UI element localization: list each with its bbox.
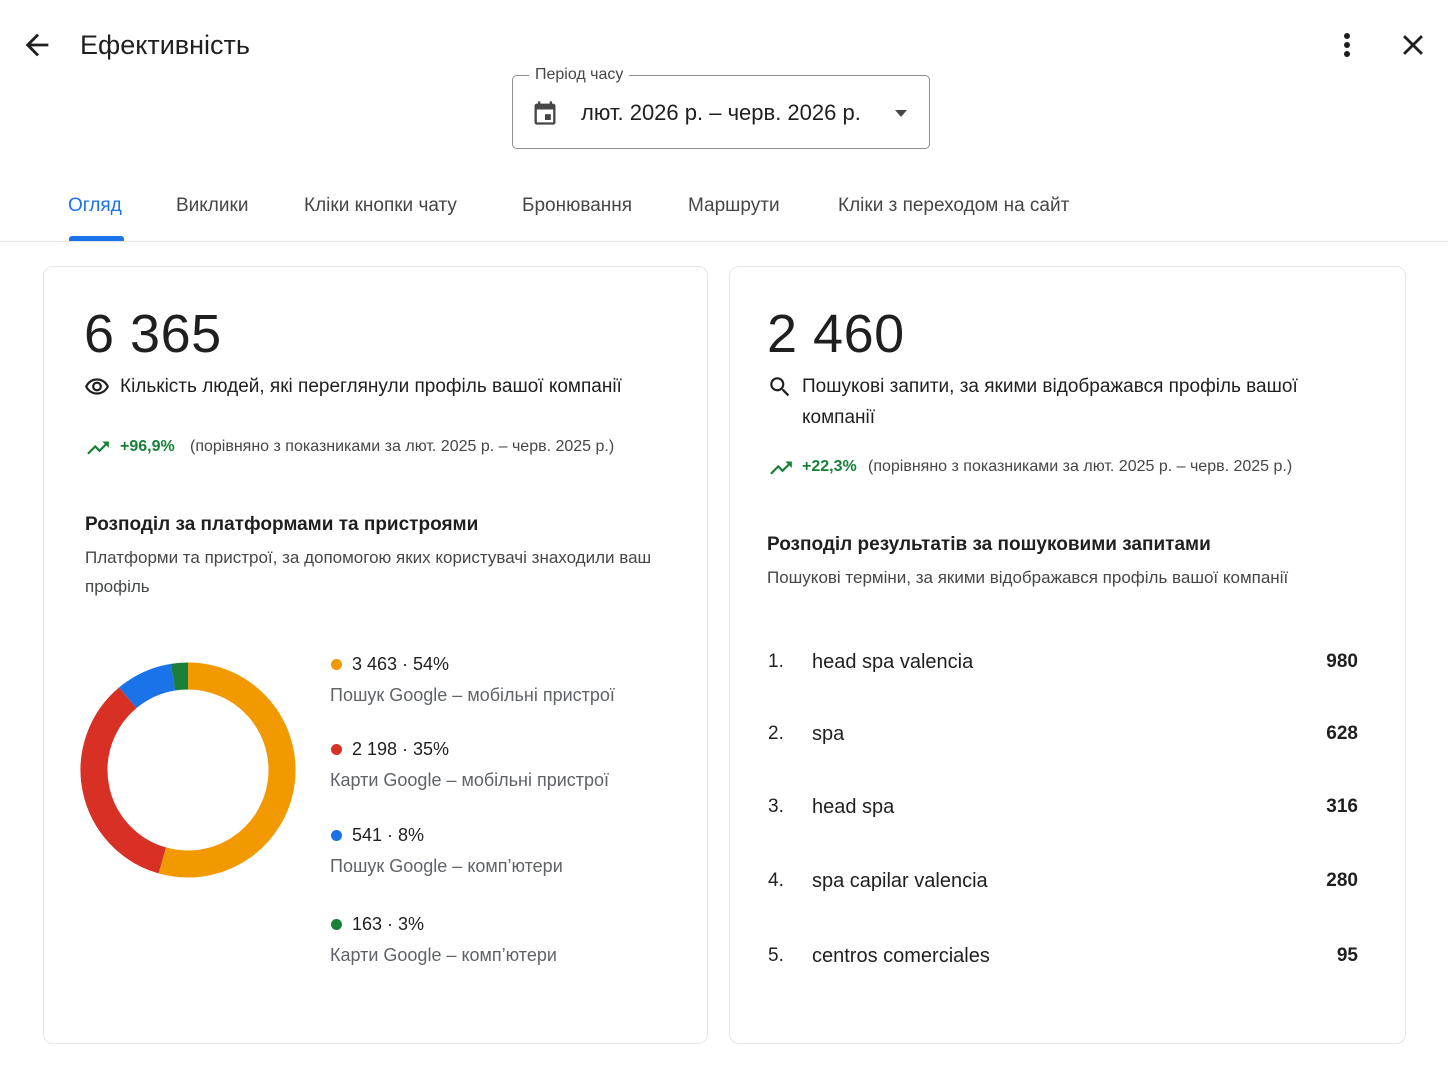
query-count: 316 bbox=[1326, 796, 1358, 817]
legend-label: Пошук Google – мобільні пристрої bbox=[330, 685, 615, 705]
page-title: Ефективність bbox=[80, 30, 250, 60]
profile-views-label: Кількість людей, які переглянули профіль… bbox=[120, 376, 622, 397]
platform-breakdown-subtitle: Платформи та пристрої, за допомогою яких… bbox=[85, 548, 652, 596]
query-rank: 3. bbox=[768, 796, 784, 817]
legend-value: 541 · 8% bbox=[352, 825, 425, 845]
close-icon bbox=[1403, 35, 1423, 55]
query-rank: 4. bbox=[768, 870, 784, 891]
query-count: 95 bbox=[1336, 945, 1358, 966]
query-count: 280 bbox=[1326, 870, 1358, 891]
legend-value: 3 463 · 54% bbox=[352, 654, 450, 674]
profile-views-total: 6 365 bbox=[84, 304, 222, 364]
query-rank: 5. bbox=[768, 945, 784, 966]
donut-segment-2 bbox=[119, 663, 176, 709]
eye-icon bbox=[85, 378, 109, 395]
legend-item-search-desktop: 541 · 8% Пошук Google – комп’ютери bbox=[330, 824, 670, 884]
query-row[interactable]: 4. spa capilar valencia 280 bbox=[768, 867, 1358, 897]
query-term: spa bbox=[812, 723, 845, 745]
platform-donut-chart bbox=[80, 662, 296, 878]
arrow-back-icon bbox=[25, 33, 49, 57]
legend-item-maps-desktop: 163 · 3% Карти Google – комп’ютери bbox=[330, 913, 670, 973]
query-breakdown-subtitle: Пошукові терміни, за якими відображався … bbox=[767, 568, 1289, 587]
tab-overview[interactable]: Огляд bbox=[68, 194, 122, 218]
close-button[interactable] bbox=[1396, 28, 1430, 62]
query-breakdown-title: Розподіл результатів за пошуковими запит… bbox=[767, 534, 1211, 555]
query-row[interactable]: 2. spa 628 bbox=[768, 720, 1358, 750]
searches-label: Пошукові запити, за якими відображався п… bbox=[802, 376, 1298, 428]
tab-bookings[interactable]: Бронювання bbox=[522, 194, 632, 218]
query-term: spa capilar valencia bbox=[812, 870, 988, 892]
period-select[interactable]: Період часу лют. 2026 р. – черв. 2026 р. bbox=[512, 65, 930, 149]
donut-segment-0 bbox=[158, 662, 296, 878]
more-vert-icon bbox=[1344, 33, 1350, 57]
legend-value: 163 · 3% bbox=[352, 914, 425, 934]
platform-breakdown-title: Розподіл за платформами та пристроями bbox=[85, 514, 479, 535]
legend-label: Карти Google – комп’ютери bbox=[330, 945, 557, 965]
query-term: head spa valencia bbox=[812, 651, 974, 673]
query-term: centros comerciales bbox=[812, 945, 990, 967]
query-row[interactable]: 3. head spa 316 bbox=[768, 793, 1358, 823]
tab-calls[interactable]: Виклики bbox=[176, 194, 248, 218]
tab-directions[interactable]: Маршрути bbox=[688, 194, 780, 218]
query-row[interactable]: 5. centros comerciales 95 bbox=[768, 942, 1358, 972]
tab-website-clicks[interactable]: Кліки з переходом на сайт bbox=[838, 194, 1069, 218]
legend-item-search-mobile: 3 463 · 54% Пошук Google – мобільні прис… bbox=[330, 653, 670, 713]
calendar-icon bbox=[534, 101, 556, 125]
searches-total: 2 460 bbox=[767, 304, 905, 364]
legend-dot bbox=[331, 919, 342, 930]
donut-segment-3 bbox=[170, 662, 189, 691]
profile-views-change: +96,9% bbox=[120, 438, 175, 455]
more-options-button[interactable] bbox=[1334, 28, 1360, 62]
query-row[interactable]: 1. head spa valencia 980 bbox=[768, 648, 1358, 678]
searches-compare: (порівняно з показниками за лют. 2025 р.… bbox=[868, 458, 1293, 475]
legend-value: 2 198 · 35% bbox=[352, 739, 450, 759]
tab-chat-clicks[interactable]: Кліки кнопки чату bbox=[304, 194, 457, 218]
query-rank: 2. bbox=[768, 723, 784, 744]
query-count: 980 bbox=[1326, 651, 1358, 672]
donut-segment-1 bbox=[80, 687, 167, 874]
query-rank: 1. bbox=[768, 651, 784, 672]
profile-views-card: 6 365 Кількість людей, які переглянули п… bbox=[43, 266, 708, 1044]
searches-change: +22,3% bbox=[802, 458, 857, 475]
searches-card: 2 460 Пошукові запити, за якими відображ… bbox=[729, 266, 1406, 1044]
back-button[interactable] bbox=[20, 28, 54, 62]
dropdown-arrow-icon bbox=[895, 110, 907, 117]
query-count: 628 bbox=[1326, 723, 1358, 744]
legend-dot bbox=[331, 830, 342, 841]
query-term: head spa bbox=[812, 796, 895, 818]
legend-item-maps-mobile: 2 198 · 35% Карти Google – мобільні прис… bbox=[330, 738, 670, 798]
period-value: лют. 2026 р. – черв. 2026 р. bbox=[581, 100, 861, 125]
legend-label: Карти Google – мобільні пристрої bbox=[330, 770, 610, 790]
period-label: Період часу bbox=[529, 65, 630, 85]
active-tab-indicator bbox=[69, 236, 124, 241]
legend-dot bbox=[331, 744, 342, 755]
search-icon bbox=[770, 377, 790, 397]
legend-label: Пошук Google – комп’ютери bbox=[330, 856, 563, 876]
profile-views-compare: (порівняно з показниками за лют. 2025 р.… bbox=[190, 438, 615, 455]
legend-dot bbox=[331, 659, 342, 670]
trending-up-icon bbox=[770, 461, 792, 475]
trending-up-icon bbox=[87, 441, 109, 455]
tab-bar: Огляд Виклики Кліки кнопки чату Бронюван… bbox=[0, 180, 1448, 242]
